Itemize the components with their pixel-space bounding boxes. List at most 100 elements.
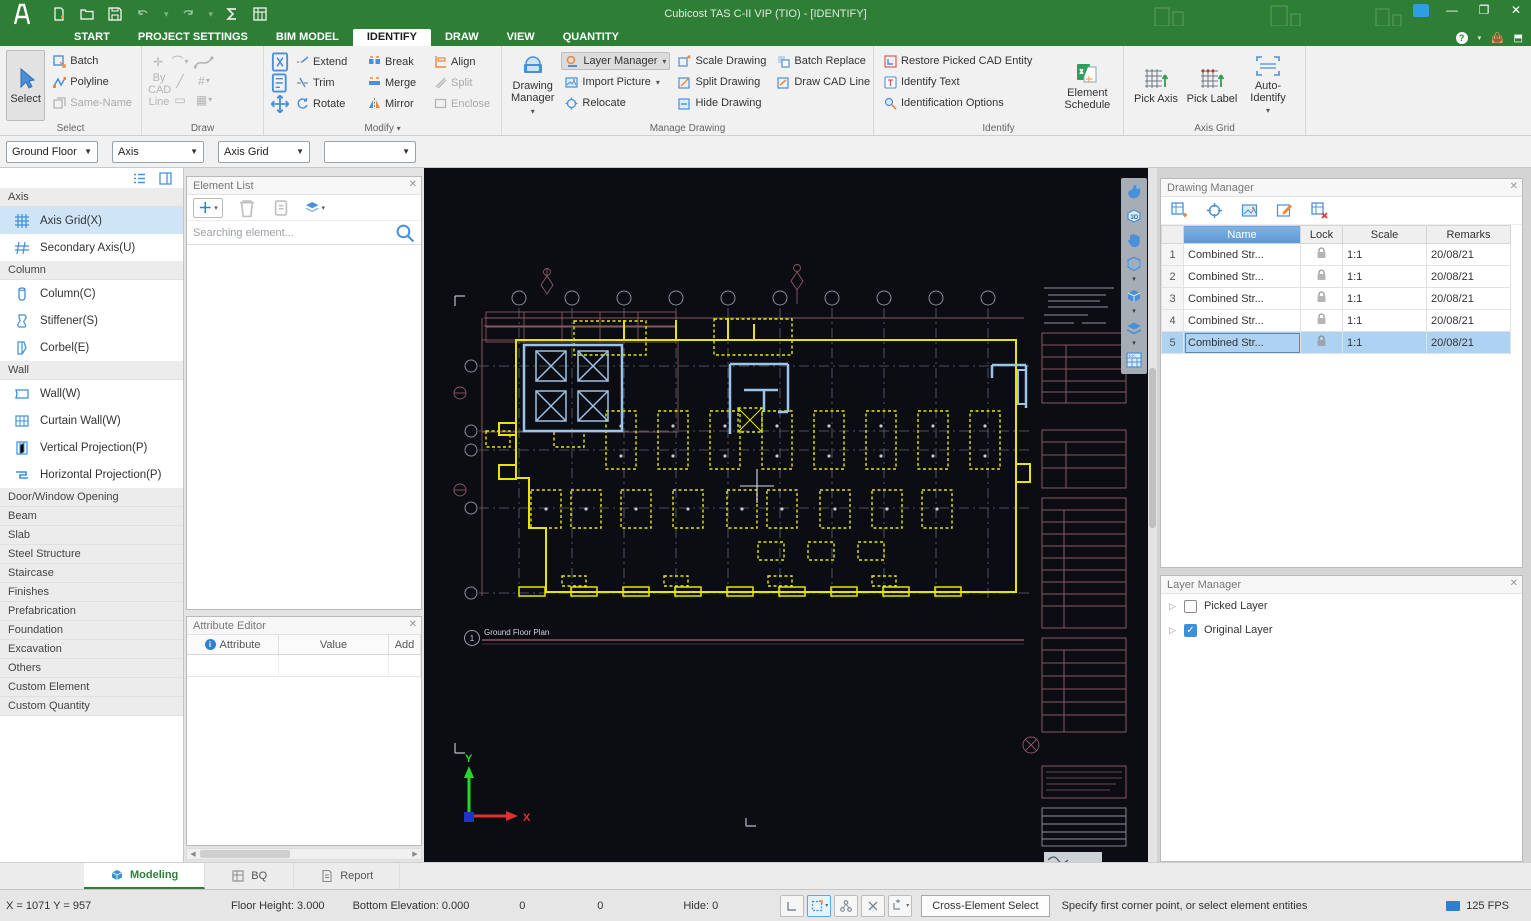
delete-element-icon[interactable] [237,199,257,217]
sidebar-section-staircase[interactable]: Staircase [0,564,183,583]
draw-hatch-icon[interactable]: ▦▾ [194,91,214,109]
close-button[interactable]: ✕ [1507,3,1525,17]
sidebar-section-beam[interactable]: Beam [0,507,183,526]
node-snap-button[interactable] [834,895,858,917]
tab-draw[interactable]: DRAW [431,29,493,46]
hide-drawing-button[interactable]: Hide Drawing [674,94,769,112]
sidebar-section-door-window[interactable]: Door/Window Opening [0,488,183,507]
attribute-row[interactable] [187,655,421,677]
save-icon[interactable] [106,5,124,23]
help-icon[interactable]: ? [1456,32,1468,44]
chat-icon[interactable] [1413,4,1429,17]
tab-report[interactable]: Report [294,863,400,889]
import-picture-button[interactable]: Import Picture▾ [561,73,670,91]
schedule-grid-icon[interactable] [251,5,269,23]
tab-identify[interactable]: IDENTIFY [353,29,431,46]
split-drawing-button[interactable]: Split Drawing [674,73,769,91]
layers-icon[interactable] [1123,317,1145,339]
sidebar-section-others[interactable]: Others [0,659,183,678]
tab-bim-model[interactable]: BIM MODEL [262,29,353,46]
picked-layer-checkbox[interactable] [1184,600,1197,613]
canvas-vertical-scrollbar[interactable] [1148,168,1157,862]
ortho-mode-button[interactable] [780,895,804,917]
polyline-button[interactable]: Polyline [49,73,135,91]
search-input[interactable] [193,227,395,239]
expander-icon[interactable]: ▷ [1169,601,1177,612]
merge-button[interactable]: Merge [364,74,430,92]
element-dropdown[interactable]: Axis Grid▼ [218,141,310,163]
remarks-column-header[interactable]: Remarks [1427,226,1511,244]
split-button[interactable]: Split [430,74,494,92]
panel-toggle-icon[interactable]: ⬒ [1514,33,1523,44]
draw-grid-icon[interactable]: #▾ [194,72,214,90]
sidebar-item-axis-grid[interactable]: Axis Grid(X) [0,207,183,234]
redo-icon[interactable] [179,5,197,23]
sidebar-item-curtain-wall[interactable]: Curtain Wall(W) [0,407,183,434]
sidebar-item-stiffener[interactable]: Stiffener(S) [0,307,183,334]
search-icon[interactable] [395,224,415,242]
rect-select-button[interactable]: ▾ [807,895,831,917]
panel-view-icon[interactable] [155,169,175,187]
redo-dropdown-icon[interactable]: ▾ [209,9,214,20]
sidebar-item-corbel[interactable]: Corbel(E) [0,334,183,361]
drawing-picture-icon[interactable] [1241,202,1258,219]
new-file-icon[interactable] [50,5,68,23]
extend-button[interactable]: Extend [292,53,364,71]
sidebar-section-excavation[interactable]: Excavation [0,640,183,659]
extra-dropdown[interactable]: ▼ [324,141,416,163]
layer-row-original[interactable]: ▷ ✓ Original Layer [1161,618,1522,642]
lock-icon[interactable] [1316,335,1327,347]
tab-bq[interactable]: BQ [205,863,294,889]
lock-icon[interactable] [1316,313,1327,325]
move-tool-icon[interactable] [270,95,290,113]
copy-tool-icon[interactable] [270,74,290,92]
sidebar-item-horizontal-projection[interactable]: Horizontal Projection(P) [0,461,183,488]
tab-start[interactable]: START [60,29,124,46]
close-icon[interactable]: ✕ [409,179,417,190]
lock-icon[interactable] [1316,269,1327,281]
lock-column-header[interactable]: Lock [1301,226,1343,244]
draw-rect-icon[interactable]: ▭ [170,91,190,109]
trim-button[interactable]: Trim [292,74,364,92]
list-view-icon[interactable] [129,169,149,187]
sidebar-section-slab[interactable]: Slab [0,526,183,545]
scrollbar-thumb[interactable] [200,850,290,858]
scrollbar-thumb[interactable] [1149,368,1156,528]
select-button[interactable]: Select [6,50,45,121]
sidebar-item-vertical-projection[interactable]: Vertical Projection(P) [0,434,183,461]
scroll-left-icon[interactable]: ◀ [188,850,198,858]
copy-element-icon[interactable] [271,199,291,217]
draw-arc-icon[interactable]: ⌒▾ [170,53,190,71]
tab-project-settings[interactable]: PROJECT SETTINGS [124,29,262,46]
scale-column-header[interactable]: Scale [1343,226,1427,244]
layer-manager-button[interactable]: Layer Manager▾ [561,52,670,70]
auto-identify-button[interactable]: Auto-Identify▾ [1242,50,1294,121]
add-element-button[interactable]: ＋▾ [193,198,223,218]
break-button[interactable]: Break [364,53,430,71]
enclose-button[interactable]: Enclose [430,95,494,113]
draw-curve-icon[interactable] [194,53,214,71]
sidebar-section-custom-element[interactable]: Custom Element [0,678,183,697]
help-dropdown-icon[interactable]: ▾ [1478,34,1482,42]
view-3d-icon[interactable]: 3D [1123,205,1145,227]
close-icon[interactable]: ✕ [1510,578,1518,589]
floor-dropdown[interactable]: Ground Floor▼ [6,141,98,163]
original-layer-checkbox[interactable]: ✓ [1184,624,1197,637]
sidebar-section-foundation[interactable]: Foundation [0,621,183,640]
drawing-row[interactable]: 3 Combined Str... 1:1 20/08/21 [1162,288,1511,310]
sidebar-section-custom-quantity[interactable]: Custom Quantity [0,697,183,716]
chevron-down-icon[interactable]: ▾ [1132,309,1136,315]
restore-button[interactable]: ❐ [1475,3,1493,17]
edit-drawing-icon[interactable] [1276,202,1293,219]
chevron-down-icon[interactable]: ▾ [1132,341,1136,347]
expander-icon[interactable]: ▷ [1169,625,1177,636]
close-icon[interactable]: ✕ [1510,181,1518,192]
open-folder-icon[interactable] [78,5,96,23]
layer-row-picked[interactable]: ▷ Picked Layer [1161,594,1522,618]
floor-plan-drawing[interactable]: 1 Ground Floor Plan Y X [424,168,1157,862]
minimize-button[interactable]: — [1443,3,1461,17]
drawing-row[interactable]: 4 Combined Str... 1:1 20/08/21 [1162,310,1511,332]
mirror-button[interactable]: Mirror [364,95,430,113]
lock-icon[interactable] [1316,247,1327,259]
erase-tool-icon[interactable] [270,53,290,71]
